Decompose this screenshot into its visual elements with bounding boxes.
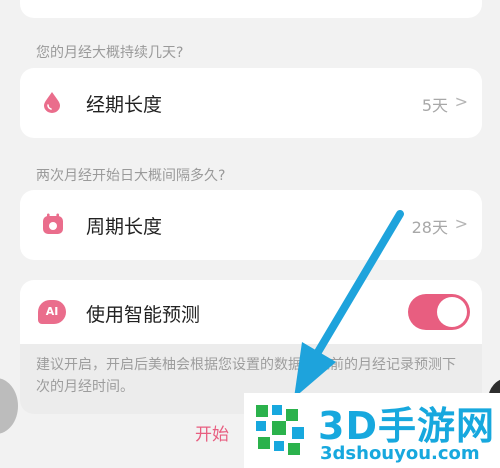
watermark-title: 3D手游网 [318,404,495,448]
smart-prediction-label: 使用智能预测 [86,304,201,326]
toggle-knob [437,297,467,327]
drop-icon [44,92,60,113]
watermark: 3D手游网 3dshouyou.com [244,393,500,468]
chevron-right-icon: > [454,214,468,233]
cycle-length-label: 周期长度 [86,216,163,238]
left-edge-shape [0,378,18,434]
top-card [20,0,482,18]
smart-prediction-toggle[interactable] [408,294,470,330]
watermark-logo-icon [256,405,304,455]
hint-text: 建议开启，开启后美柚会根据您设置的数据和之前的月经记录预测下次的月经时间。 [36,357,456,395]
start-button[interactable]: 开始 [195,420,229,445]
chevron-right-icon: > [454,92,468,111]
period-length-value: 5天 [421,96,448,115]
period-question: 您的月经大概持续几天? [36,45,184,61]
ai-icon: AI [38,300,66,324]
settings-screen: 您的月经大概持续几天? 经期长度 5天 > 两次月经开始日大概间隔多久? 周期长… [0,0,500,468]
period-length-row[interactable]: 经期长度 5天 > [20,68,482,138]
watermark-url: 3dshouyou.com [320,443,480,464]
cycle-length-value: 28天 [411,218,448,237]
cycle-question: 两次月经开始日大概间隔多久? [36,168,226,184]
calendar-icon [43,213,63,234]
cycle-length-row[interactable]: 周期长度 28天 > [20,190,482,260]
smart-prediction-row: AI 使用智能预测 [20,280,482,344]
period-length-label: 经期长度 [86,94,163,116]
